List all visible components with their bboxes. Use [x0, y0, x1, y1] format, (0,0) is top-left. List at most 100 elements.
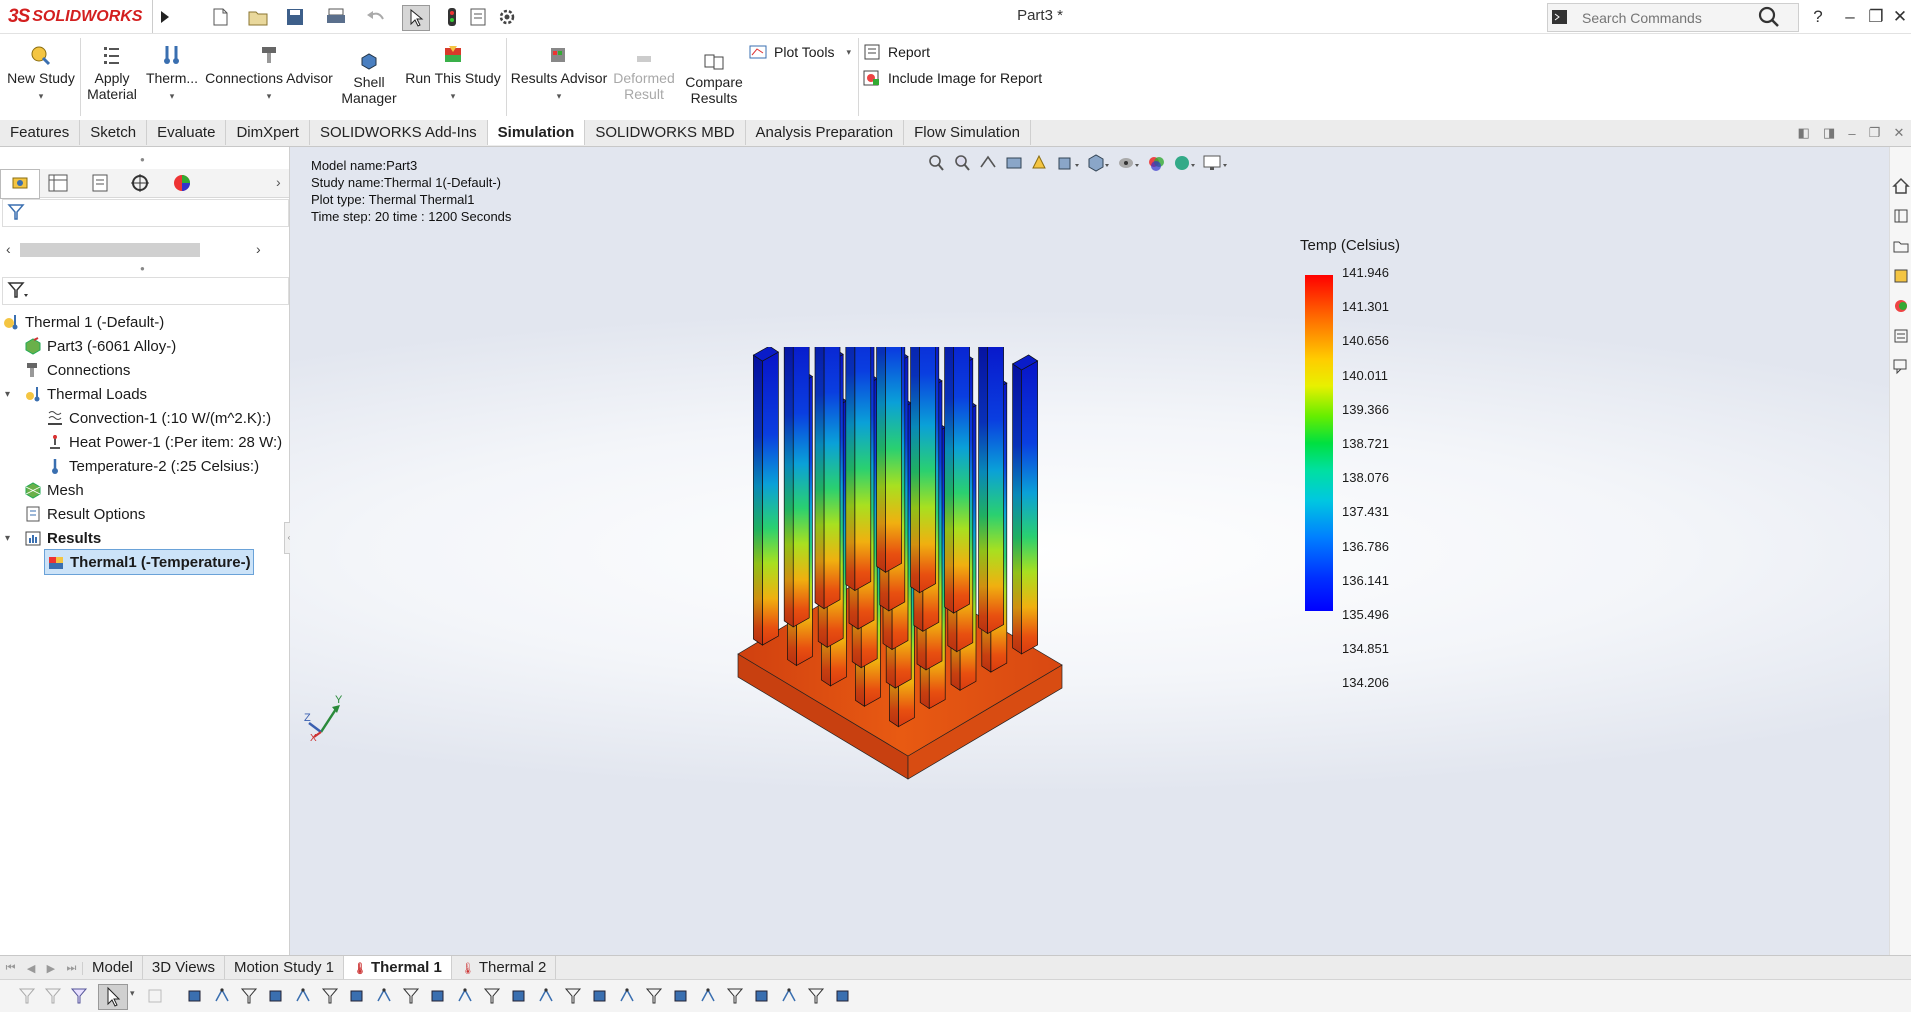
filter-surfaces-icon[interactable] — [240, 987, 258, 1005]
hide-show-items-icon[interactable] — [1116, 153, 1140, 173]
selection-filter-icon[interactable] — [18, 987, 36, 1005]
zoom-to-area-icon[interactable] — [952, 153, 972, 173]
viewport-close-icon[interactable]: ✕ — [1893, 125, 1904, 141]
connections-advisor-button[interactable]: Connections Advisor ▾ — [204, 40, 334, 104]
tab-thermal-1[interactable]: 🌡 Thermal 1 — [344, 956, 452, 980]
filter-sketch-points-icon[interactable] — [348, 987, 366, 1005]
viewport-restore-icon[interactable]: ❐ — [1869, 125, 1881, 141]
shell-manager-button[interactable]: Shell Manager — [338, 48, 400, 106]
apply-material-button[interactable]: Apply Material — [84, 40, 140, 102]
thermal-loads-button[interactable]: Therm... ▾ — [144, 40, 200, 104]
select-pointer-icon[interactable] — [402, 5, 430, 31]
tree-thermal-loads[interactable]: Thermal Loads — [24, 382, 147, 406]
new-document-icon[interactable] — [206, 5, 236, 29]
filter-axes-icon[interactable] — [294, 987, 312, 1005]
simulation-tree-tab[interactable] — [0, 169, 40, 199]
filter-surface-finish-icon[interactable] — [564, 987, 582, 1005]
filter-table-icon[interactable] — [780, 987, 798, 1005]
filter-midpoints-icon[interactable] — [402, 987, 420, 1005]
tab-solidworks-mbd[interactable]: SOLIDWORKS MBD — [585, 120, 746, 145]
save-icon[interactable] — [282, 5, 308, 29]
filter-vertices-icon[interactable] — [186, 987, 204, 1005]
print-icon[interactable] — [322, 5, 350, 29]
tab-dimxpert[interactable]: DimXpert — [226, 120, 310, 145]
filter-bar[interactable] — [2, 199, 289, 227]
tree-part3[interactable]: Part3 (-6061 Alloy-) — [24, 334, 176, 358]
chevron-right-icon[interactable]: › — [276, 174, 281, 190]
minimize-button[interactable]: – — [1838, 5, 1862, 29]
restore-button[interactable]: ❐ — [1864, 5, 1888, 29]
help-icon[interactable]: ? — [1806, 5, 1830, 29]
compare-results-button[interactable]: Compare Results — [682, 48, 746, 106]
display-manager-icon[interactable] — [170, 173, 194, 193]
search-input[interactable] — [1580, 7, 1754, 29]
plot-tools-button[interactable]: Plot Tools ▾ — [748, 42, 858, 62]
filter-planes-icon[interactable] — [321, 987, 339, 1005]
collapse-arrow-icon[interactable]: ▾ — [5, 389, 10, 400]
next-tab-icon[interactable]: ▶ — [47, 962, 55, 975]
apply-scene-icon[interactable] — [1172, 153, 1196, 173]
file-properties-icon[interactable] — [466, 5, 490, 29]
tab-model[interactable]: Model — [83, 956, 143, 980]
splitter-handle[interactable]: ● — [140, 264, 145, 273]
edit-appearance-icon[interactable] — [1146, 153, 1166, 173]
scrollbar-thumb[interactable] — [20, 243, 200, 257]
open-folder-icon[interactable] — [244, 5, 274, 29]
previous-view-icon[interactable] — [978, 153, 998, 173]
tree-heat-power-1[interactable]: Heat Power-1 (:Per item: 28 W:) — [46, 430, 282, 454]
viewport-minimize-icon[interactable]: – — [1848, 126, 1855, 141]
tree-convection-1[interactable]: Convection-1 (:10 W/(m^2.K):) — [46, 406, 271, 430]
scroll-right-icon[interactable]: › — [256, 241, 261, 257]
expand-menu-arrow-icon[interactable] — [158, 5, 172, 29]
tab-motion-study-1[interactable]: Motion Study 1 — [225, 956, 345, 980]
tab-solidworks-add-ins[interactable]: SOLIDWORKS Add-Ins — [310, 120, 488, 145]
toggle-filter-icon[interactable] — [44, 987, 62, 1005]
undo-icon[interactable] — [362, 5, 390, 29]
select-tool-button[interactable] — [98, 984, 128, 1010]
filter-notes-icon[interactable] — [456, 987, 474, 1005]
prev-tab-icon[interactable]: ◀ — [27, 962, 35, 975]
tree-result-options[interactable]: Result Options — [24, 502, 145, 526]
close-button[interactable]: ✕ — [1888, 5, 1911, 29]
splitter-handle[interactable]: ● — [140, 155, 145, 164]
collapse-arrow-icon[interactable]: ▾ — [5, 533, 10, 544]
tree-study-thermal-1[interactable]: Thermal 1 (-Default-) — [2, 310, 164, 334]
filter-annotations-icon[interactable] — [645, 987, 663, 1005]
section-view-icon[interactable] — [1004, 153, 1024, 173]
dynamic-annotation-icon[interactable] — [1030, 153, 1050, 173]
run-this-study-button[interactable]: Run This Study ▾ — [404, 40, 502, 104]
scroll-left-icon[interactable]: ‹ — [6, 241, 11, 257]
tree-temperature-2[interactable]: Temperature-2 (:25 Celsius:) — [46, 454, 259, 478]
filter-connection-icon[interactable] — [753, 987, 771, 1005]
tree-thermal1-result[interactable]: Thermal1 (-Temperature-) — [44, 549, 254, 575]
filter-edges-icon[interactable] — [146, 987, 164, 1005]
filter-routing-icon[interactable] — [726, 987, 744, 1005]
tree-connections[interactable]: Connections — [24, 358, 130, 382]
tab-evaluate[interactable]: Evaluate — [147, 120, 227, 145]
graphics-area[interactable]: Model name:Part3 Study name:Thermal 1(-D… — [290, 147, 1911, 955]
tab-thermal-2[interactable]: 🌡 Thermal 2 — [452, 956, 557, 980]
results-advisor-button[interactable]: Results Advisor ▾ — [510, 40, 608, 104]
dropdown-arrow-icon[interactable]: ▾ — [130, 988, 135, 999]
filter-other-icon[interactable] — [834, 987, 852, 1005]
tree-filter-bar[interactable] — [2, 277, 289, 305]
tab-simulation[interactable]: Simulation — [487, 120, 586, 145]
search-commands-box[interactable] — [1547, 3, 1799, 32]
filter-faces-icon[interactable] — [213, 987, 231, 1005]
design-library-icon[interactable] — [1892, 207, 1910, 225]
custom-properties-icon[interactable] — [1892, 327, 1910, 345]
filter-cosmetic-icon[interactable] — [699, 987, 717, 1005]
tree-results[interactable]: Results — [24, 526, 101, 550]
deformed-result-button[interactable]: Deformed Result — [608, 48, 680, 102]
configuration-manager-icon[interactable] — [88, 173, 112, 193]
tree-mesh[interactable]: Mesh — [24, 478, 84, 502]
tab-3d-views[interactable]: 3D Views — [143, 956, 225, 980]
options-gear-icon[interactable] — [492, 5, 522, 29]
dimxpert-manager-icon[interactable] — [128, 173, 152, 193]
tab-flow-simulation[interactable]: Flow Simulation — [904, 120, 1031, 145]
include-image-for-report-button[interactable]: Include Image for Report — [862, 68, 1042, 88]
zoom-to-fit-icon[interactable] — [926, 153, 946, 173]
display-style-icon[interactable] — [1086, 153, 1110, 173]
view-orientation-icon[interactable] — [1056, 153, 1080, 173]
tab-analysis-preparation[interactable]: Analysis Preparation — [746, 120, 905, 145]
